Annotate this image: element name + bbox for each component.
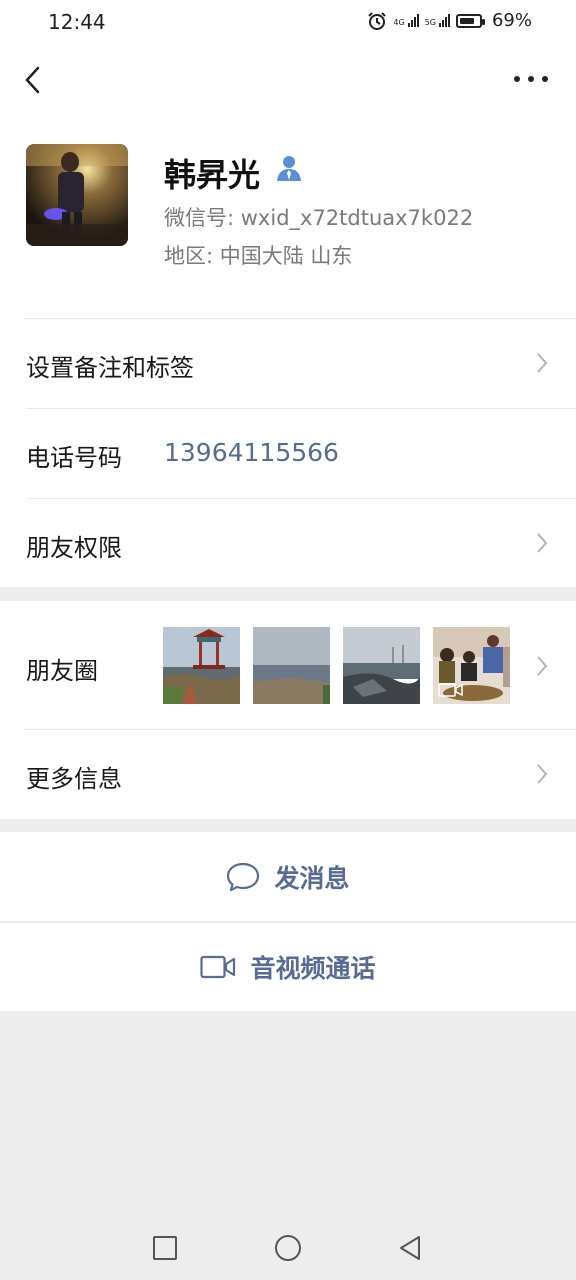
system-nav-bar (0, 1218, 576, 1280)
more-options-icon[interactable] (514, 72, 548, 86)
moments-row[interactable]: 朋友圈 (0, 601, 576, 729)
more-info-row[interactable]: 更多信息 (0, 729, 576, 819)
divider (26, 318, 576, 319)
signal-icon: 5G (425, 14, 450, 27)
remark-label: 设置备注和标签 (26, 354, 194, 382)
chevron-right-icon (537, 533, 548, 553)
moments-label: 朋友圈 (26, 657, 98, 685)
back-nav-icon[interactable] (397, 1234, 423, 1262)
video-call-label: 音视频通话 (250, 953, 376, 983)
signal-label: 5G (424, 18, 436, 27)
permissions-label: 朋友权限 (26, 534, 122, 562)
divider (26, 498, 576, 499)
user-profile-icon (277, 156, 301, 181)
profile-header: 韩昇光 微信号: wxid_x72tdtuax7k022 地区: 中国大陆 山东 (0, 116, 576, 318)
divider (26, 729, 576, 730)
phone-row: 电话号码 13964115566 (0, 408, 576, 498)
chat-bubble-icon (227, 862, 260, 891)
phone-number-link[interactable]: 13964115566 (164, 438, 339, 467)
signal-icon: 4G (393, 14, 419, 27)
moment-thumbnail (163, 627, 240, 704)
chevron-right-icon (537, 656, 548, 676)
moments-thumbnails (163, 627, 510, 704)
chevron-right-icon (537, 353, 548, 373)
wechat-id: 微信号: wxid_x72tdtuax7k022 (164, 206, 474, 230)
video-call-button[interactable]: 音视频通话 (0, 922, 576, 1011)
home-icon[interactable] (274, 1234, 302, 1262)
top-nav (0, 44, 576, 116)
back-icon[interactable] (20, 62, 50, 98)
contact-info-list: 设置备注和标签 电话号码 13964115566 朋友权限 (0, 318, 576, 587)
recent-apps-icon[interactable] (152, 1235, 178, 1261)
video-icon (438, 683, 463, 697)
region: 地区: 中国大陆 山东 (164, 244, 353, 268)
battery-icon (455, 13, 485, 28)
more-info-label: 更多信息 (26, 765, 122, 793)
moment-thumbnail (253, 627, 330, 704)
remark-row[interactable]: 设置备注和标签 (0, 318, 576, 408)
status-icons: 4G 5G 69% (367, 10, 532, 31)
battery-percent: 69% (491, 10, 532, 31)
status-bar: 12:44 4G 5G 69% (0, 0, 576, 44)
alarm-icon (368, 11, 387, 30)
signal-label: 4G (393, 18, 405, 27)
moment-thumbnail (433, 627, 510, 704)
permissions-row[interactable]: 朋友权限 (0, 498, 576, 587)
status-time: 12:44 (48, 10, 106, 34)
contact-name: 韩昇光 (164, 156, 261, 194)
avatar[interactable] (26, 144, 128, 246)
divider (26, 408, 576, 409)
send-message-label: 发消息 (274, 863, 350, 893)
moment-thumbnail (343, 627, 420, 704)
chevron-right-icon (537, 764, 548, 784)
phone-label: 电话号码 (26, 444, 122, 472)
video-camera-icon (200, 955, 236, 978)
moments-list: 朋友圈 更多信息 (0, 601, 576, 819)
send-message-button[interactable]: 发消息 (0, 832, 576, 921)
